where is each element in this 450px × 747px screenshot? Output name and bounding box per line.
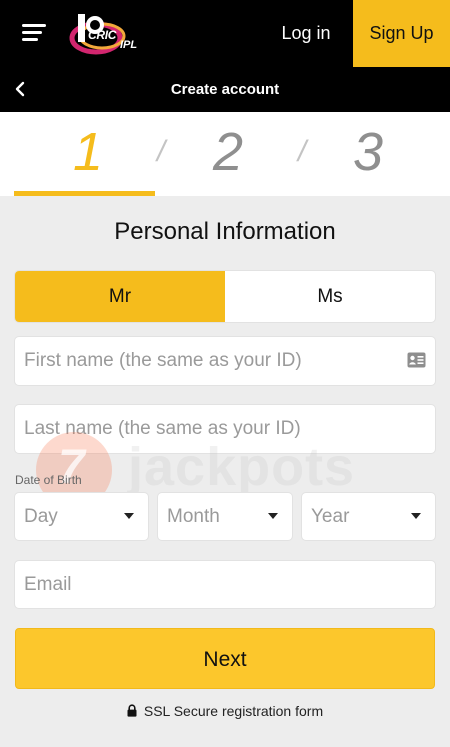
title-toggle: Mr Ms: [15, 271, 435, 322]
brand-logo[interactable]: CRIC IPL: [66, 12, 148, 56]
lock-icon: [127, 704, 137, 717]
step-2: 2: [212, 122, 244, 182]
step-1: 1: [72, 122, 104, 182]
dob-year-value: Year: [311, 506, 350, 527]
signup-button[interactable]: Sign Up: [353, 0, 450, 67]
logo-text-cric: CRIC: [88, 28, 117, 42]
ssl-text: SSL Secure registration form: [143, 703, 324, 719]
dob-month-value: Month: [167, 506, 220, 527]
last-name-field-wrapper: [15, 405, 435, 453]
caret-down-icon: [411, 513, 421, 519]
id-card-icon: [407, 352, 426, 368]
dob-month-select[interactable]: Month: [158, 493, 292, 540]
logo-text-ipl: IPL: [120, 39, 138, 51]
page-subheader: Create account: [0, 67, 450, 112]
dob-day-value: Day: [24, 506, 58, 527]
first-name-input[interactable]: [15, 337, 435, 385]
step-separator: /: [156, 135, 166, 168]
email-field-wrapper: [15, 561, 435, 608]
step-indicator: 1 / 2 / 3: [0, 112, 450, 196]
active-step-underline: [14, 191, 155, 196]
dob-year-select[interactable]: Year: [302, 493, 435, 540]
first-name-field-wrapper: [15, 337, 435, 385]
step-separator: /: [297, 135, 307, 168]
title-option-ms[interactable]: Ms: [225, 271, 435, 322]
caret-down-icon: [124, 513, 134, 519]
ssl-notice: SSL Secure registration form: [0, 703, 450, 719]
chevron-left-icon[interactable]: [12, 80, 30, 98]
login-button[interactable]: Log in: [270, 0, 342, 67]
hamburger-menu-icon[interactable]: [22, 24, 46, 42]
top-navbar: CRIC IPL Log in Sign Up: [0, 0, 450, 67]
caret-down-icon: [268, 513, 278, 519]
step-3: 3: [352, 122, 384, 182]
last-name-input[interactable]: [15, 405, 435, 453]
next-button[interactable]: Next: [15, 628, 435, 689]
title-option-mr[interactable]: Mr: [15, 271, 225, 322]
page-title: Create account: [170, 81, 280, 98]
email-input[interactable]: [15, 561, 435, 608]
section-title: Personal Information: [114, 218, 336, 245]
dob-day-select[interactable]: Day: [15, 493, 148, 540]
dob-label: Date of Birth: [15, 473, 82, 487]
